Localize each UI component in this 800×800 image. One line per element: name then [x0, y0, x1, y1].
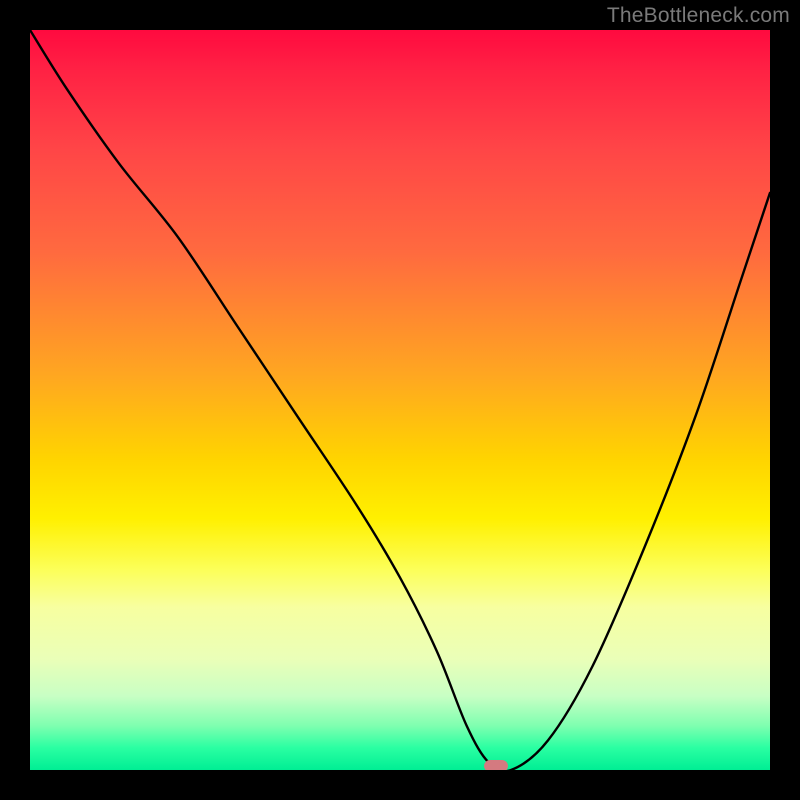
bottleneck-curve — [30, 30, 770, 770]
optimal-marker — [484, 760, 508, 770]
watermark-text: TheBottleneck.com — [607, 4, 790, 28]
plot-area — [30, 30, 770, 770]
chart-frame: TheBottleneck.com — [0, 0, 800, 800]
